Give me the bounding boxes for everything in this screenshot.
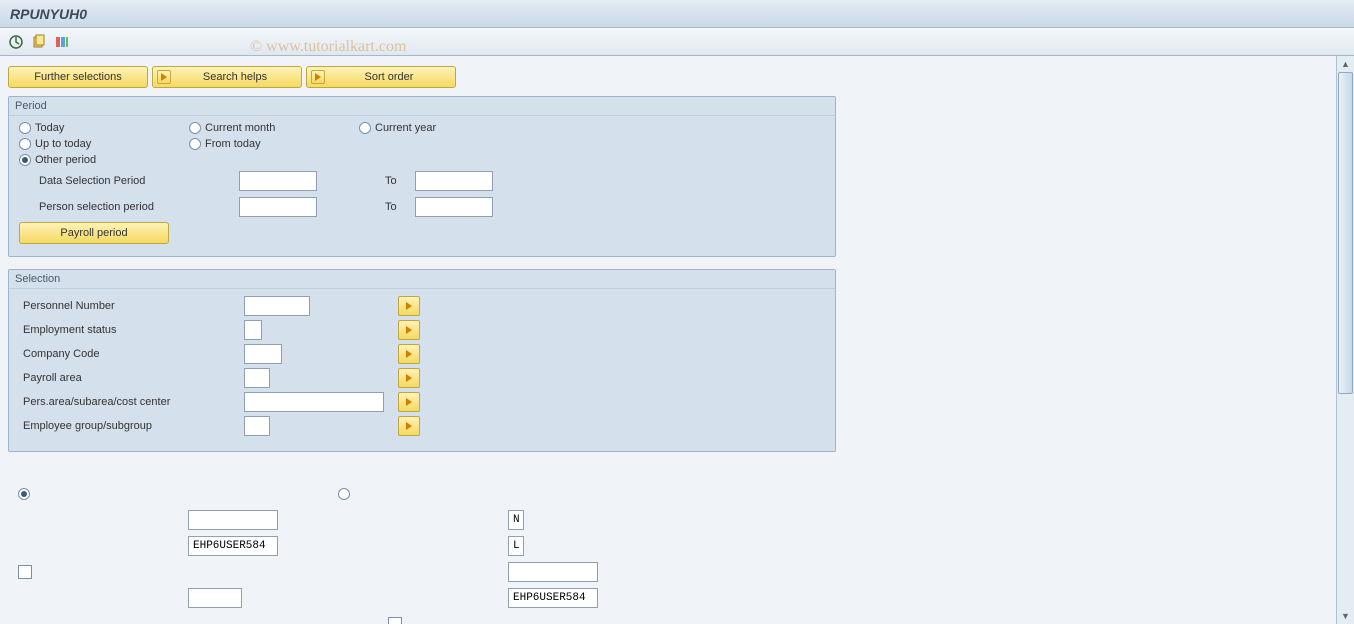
radio-label: Other period xyxy=(35,154,96,166)
radio-icon xyxy=(359,122,371,134)
button-row: Further selections Search helps Sort ord… xyxy=(8,66,1328,88)
lower-col-2 xyxy=(338,482,648,624)
lower1-input2[interactable] xyxy=(188,536,278,556)
pers-area-input[interactable] xyxy=(244,392,384,412)
arrow-icon xyxy=(311,70,325,84)
app-window: RPUNYUH0 © www.tutorialkart.com Further … xyxy=(0,0,1354,624)
data-selection-from-input[interactable] xyxy=(239,171,317,191)
data-selection-label: Data Selection Period xyxy=(19,175,239,187)
lower-section xyxy=(8,464,836,624)
radio-option-right[interactable] xyxy=(338,488,350,500)
radio-label: Current month xyxy=(205,122,275,134)
layout-icon[interactable] xyxy=(52,32,72,52)
multi-select-button[interactable] xyxy=(398,416,420,436)
radio-label: Up to today xyxy=(35,138,91,150)
radio-icon xyxy=(189,138,201,150)
toolbar xyxy=(0,28,1354,56)
personnel-number-input[interactable] xyxy=(244,296,310,316)
search-helps-button[interactable]: Search helps xyxy=(152,66,302,88)
arrow-icon xyxy=(157,70,171,84)
payroll-area-input[interactable] xyxy=(244,368,270,388)
lower2-input4[interactable] xyxy=(508,588,598,608)
period-groupbox: Period Today Current month Current year xyxy=(8,96,836,257)
radio-option-left[interactable] xyxy=(18,488,30,500)
sort-order-button[interactable]: Sort order xyxy=(306,66,456,88)
checkbox-right[interactable] xyxy=(388,617,402,624)
search-helps-label: Search helps xyxy=(203,71,267,83)
company-code-input[interactable] xyxy=(244,344,282,364)
further-selections-button[interactable]: Further selections xyxy=(8,66,148,88)
variant-icon[interactable] xyxy=(29,32,49,52)
lower-col-1 xyxy=(18,482,328,624)
to-label: To xyxy=(385,175,415,187)
person-selection-to-input[interactable] xyxy=(415,197,493,217)
lower2-input1[interactable] xyxy=(508,510,524,530)
scroll-track[interactable] xyxy=(1337,72,1354,608)
scroll-thumb[interactable] xyxy=(1338,72,1353,394)
radio-icon xyxy=(18,488,30,500)
radio-up-to-today[interactable]: Up to today xyxy=(19,138,189,150)
multi-select-button[interactable] xyxy=(398,344,420,364)
radio-today[interactable]: Today xyxy=(19,122,189,134)
radio-icon xyxy=(19,138,31,150)
radio-icon xyxy=(338,488,350,500)
period-title: Period xyxy=(9,97,835,116)
scroll-up-icon[interactable]: ▲ xyxy=(1338,56,1354,72)
to-label: To xyxy=(385,201,415,213)
multi-select-button[interactable] xyxy=(398,320,420,340)
employee-group-label: Employee group/subgroup xyxy=(19,420,244,432)
multi-select-button[interactable] xyxy=(398,392,420,412)
data-selection-to-input[interactable] xyxy=(415,171,493,191)
lower2-input2[interactable] xyxy=(508,536,524,556)
selection-title: Selection xyxy=(9,270,835,289)
checkbox-left[interactable] xyxy=(18,565,32,579)
lower2-input3[interactable] xyxy=(508,562,598,582)
radio-label: From today xyxy=(205,138,261,150)
multi-select-button[interactable] xyxy=(398,368,420,388)
titlebar: RPUNYUH0 xyxy=(0,0,1354,28)
radio-label: Today xyxy=(35,122,64,134)
employment-status-label: Employment status xyxy=(19,324,244,336)
title-text: RPUNYUH0 xyxy=(10,6,87,22)
lower1-input1[interactable] xyxy=(188,510,278,530)
sort-order-label: Sort order xyxy=(365,71,414,83)
person-selection-from-input[interactable] xyxy=(239,197,317,217)
radio-icon xyxy=(189,122,201,134)
employment-status-input[interactable] xyxy=(244,320,262,340)
pers-area-label: Pers.area/subarea/cost center xyxy=(19,396,244,408)
multi-select-button[interactable] xyxy=(398,296,420,316)
scroll-down-icon[interactable]: ▼ xyxy=(1338,608,1354,624)
lower1-input3[interactable] xyxy=(188,588,242,608)
person-selection-label: Person selection period xyxy=(19,201,239,213)
radio-icon xyxy=(19,154,31,166)
radio-label: Current year xyxy=(375,122,436,134)
personnel-number-label: Personnel Number xyxy=(19,300,244,312)
execute-icon[interactable] xyxy=(6,32,26,52)
content-area: Further selections Search helps Sort ord… xyxy=(0,56,1336,624)
radio-icon xyxy=(19,122,31,134)
selection-groupbox: Selection Personnel Number Employment st… xyxy=(8,269,836,452)
employee-group-input[interactable] xyxy=(244,416,270,436)
company-code-label: Company Code xyxy=(19,348,244,360)
radio-from-today[interactable]: From today xyxy=(189,138,359,150)
radio-current-year[interactable]: Current year xyxy=(359,122,529,134)
radio-current-month[interactable]: Current month xyxy=(189,122,359,134)
vertical-scrollbar[interactable]: ▲ ▼ xyxy=(1336,56,1354,624)
payroll-period-button[interactable]: Payroll period xyxy=(19,222,169,244)
radio-other-period[interactable]: Other period xyxy=(19,154,189,166)
payroll-area-label: Payroll area xyxy=(19,372,244,384)
